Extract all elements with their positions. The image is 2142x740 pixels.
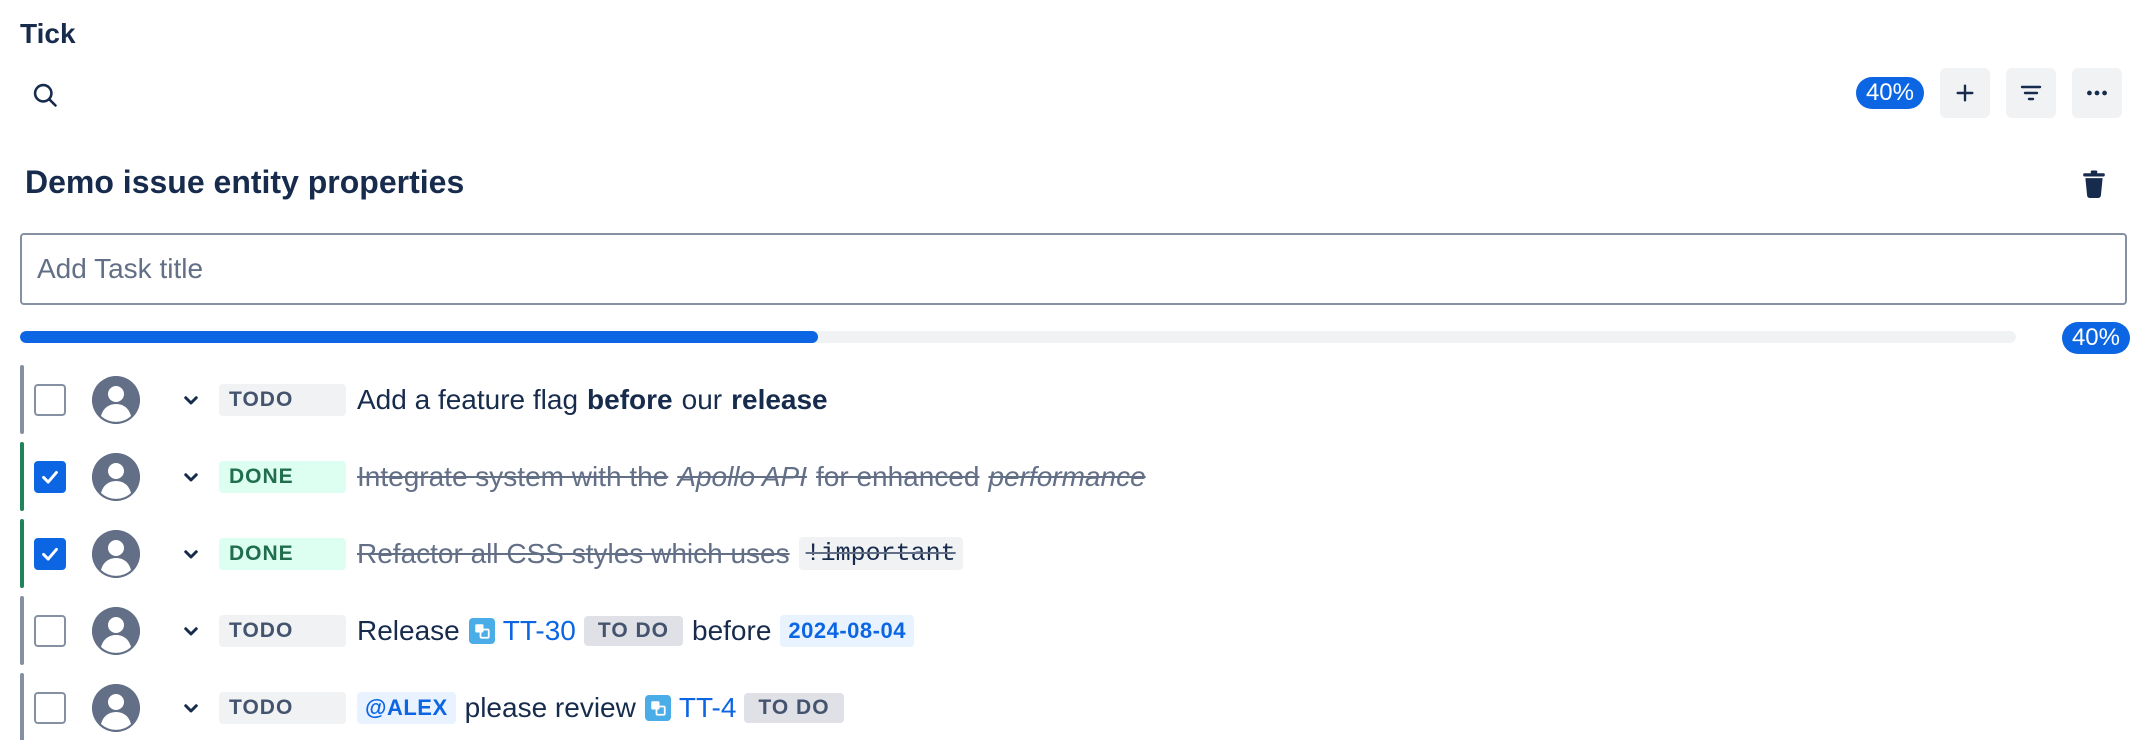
assignee-avatar[interactable] <box>92 529 140 578</box>
chevron-down-icon <box>184 549 198 558</box>
task-text-segment: performance <box>988 460 1146 492</box>
status-indicator-bar <box>20 596 24 665</box>
status-badge[interactable]: TODO <box>219 383 346 416</box>
task-checkbox[interactable] <box>34 537 66 570</box>
task-row: TODO Release TT-30 TO DO before 2024-08-04 <box>20 592 2120 669</box>
task-text: Integrate system with the Apollo API for e… <box>357 461 1146 493</box>
top-actions: 40% <box>1855 68 2122 118</box>
task-text-segment: before <box>587 383 673 415</box>
task-text-segment: release <box>731 383 828 415</box>
status-indicator-bar <box>20 442 24 511</box>
issue-link[interactable]: TT-4 TO DO <box>644 692 844 724</box>
chevron-down-icon <box>184 703 198 712</box>
issue-key[interactable]: TT-4 <box>679 692 737 724</box>
task-text-segment: Add a feature flag <box>357 383 579 415</box>
task-row: DONE Refactor all CSS styles which uses !i… <box>20 515 2120 592</box>
task-text-segment: for enhanced <box>815 460 980 492</box>
task-text-segment: before <box>692 614 772 646</box>
status-badge[interactable]: TODO <box>219 691 346 724</box>
progress-bar <box>20 331 2016 343</box>
task-text: @ALEX please review TT-4 TO DO <box>357 691 844 724</box>
status-badge[interactable]: DONE <box>219 537 346 570</box>
user-icon <box>92 375 140 424</box>
user-icon <box>92 529 140 578</box>
expand-button[interactable] <box>176 385 206 415</box>
progress-label: 40% <box>2061 322 2130 354</box>
page-title: Demo issue entity properties <box>25 164 465 200</box>
add-button[interactable] <box>1940 68 1990 118</box>
date-lozenge: 2024-08-04 <box>780 614 914 647</box>
status-indicator-bar <box>20 519 24 588</box>
status-indicator-bar <box>20 673 24 740</box>
issue-type-icon <box>644 694 671 721</box>
user-icon <box>92 452 140 501</box>
task-text-segment: Integrate system with the <box>357 460 669 492</box>
task-text-segment: Refactor all CSS styles which uses <box>357 537 790 569</box>
search-button[interactable] <box>24 74 66 116</box>
check-icon <box>42 470 58 484</box>
chevron-down-icon <box>184 626 198 635</box>
user-icon <box>92 606 140 655</box>
assignee-avatar[interactable] <box>92 375 140 424</box>
task-row: TODO Add a feature flag before our release <box>20 361 2120 438</box>
issue-status-badge: TO DO <box>744 692 844 723</box>
expand-button[interactable] <box>176 616 206 646</box>
issue-status-badge: TO DO <box>583 615 683 646</box>
user-mention[interactable]: @ALEX <box>357 691 456 724</box>
check-icon <box>42 547 58 561</box>
assignee-avatar[interactable] <box>92 683 140 732</box>
issue-type-icon <box>468 617 495 644</box>
assignee-avatar[interactable] <box>92 452 140 501</box>
task-text-segment: please review <box>464 691 636 723</box>
expand-button[interactable] <box>176 539 206 569</box>
task-checkbox[interactable] <box>34 460 66 493</box>
issue-key[interactable]: TT-30 <box>503 615 576 647</box>
search-icon <box>33 83 57 107</box>
trash-icon <box>2083 170 2105 198</box>
more-icon <box>2087 90 2107 96</box>
filter-icon <box>2020 85 2042 101</box>
delete-button[interactable] <box>2074 164 2114 204</box>
task-list: TODO Add a feature flag before our release DO… <box>20 361 2120 740</box>
progress-fill <box>20 331 819 343</box>
task-checkbox[interactable] <box>34 691 66 724</box>
progress-badge: 40% <box>1855 77 1924 109</box>
status-indicator-bar <box>20 365 24 434</box>
task-text-segment: Release <box>357 614 460 646</box>
expand-button[interactable] <box>176 693 206 723</box>
task-text: Refactor all CSS styles which uses !impor… <box>357 537 963 570</box>
task-text: Release TT-30 TO DO before 2024-08-04 <box>357 614 914 647</box>
expand-button[interactable] <box>176 462 206 492</box>
task-title-input[interactable] <box>20 233 2127 305</box>
filter-button[interactable] <box>2006 68 2056 118</box>
status-badge[interactable]: DONE <box>219 460 346 493</box>
task-text-segment: our <box>681 383 723 415</box>
status-badge[interactable]: TODO <box>219 614 346 647</box>
more-button[interactable] <box>2072 68 2122 118</box>
app-title: Tick <box>20 18 76 49</box>
plus-icon <box>1956 84 1974 102</box>
task-text-segment: Apollo API <box>677 460 807 492</box>
issue-link[interactable]: TT-30 TO DO <box>468 615 683 647</box>
chevron-down-icon <box>184 395 198 404</box>
task-text-segment: !important <box>798 537 963 570</box>
task-row: DONE Integrate system with the Apollo API f… <box>20 438 2120 515</box>
chevron-down-icon <box>184 472 198 481</box>
task-text: Add a feature flag before our release <box>357 384 828 416</box>
assignee-avatar[interactable] <box>92 606 140 655</box>
task-row: TODO @ALEX please review TT-4 TO DO <box>20 669 2120 740</box>
user-icon <box>92 683 140 732</box>
task-checkbox[interactable] <box>34 383 66 416</box>
task-checkbox[interactable] <box>34 614 66 647</box>
